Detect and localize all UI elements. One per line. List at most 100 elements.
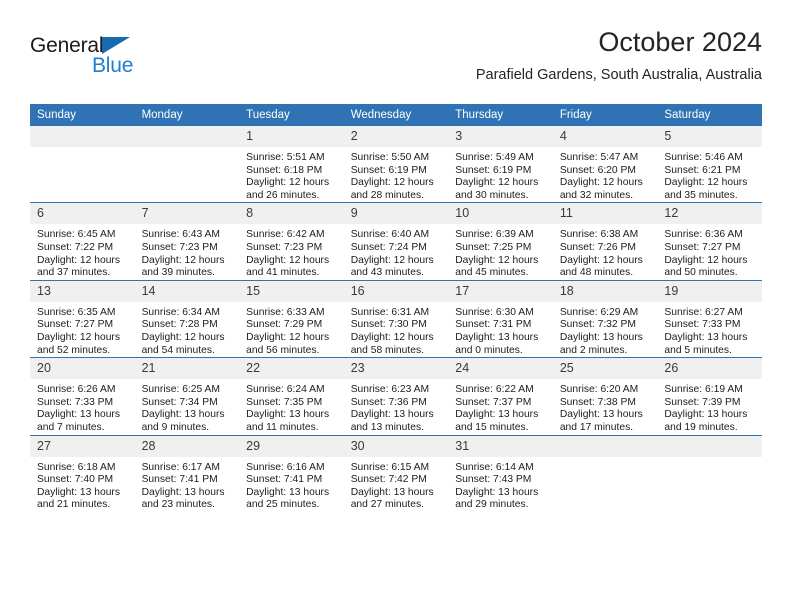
calendar-day-cell[interactable]: 4 Sunrise: 5:47 AM Sunset: 6:20 PM Daylight… <box>552 126 658 203</box>
daylight-duration-line-1: Daylight: 13 hours <box>141 486 225 498</box>
calendar-day-cell[interactable]: 23 Sunrise: 6:23 AM Sunset: 7:36 PM Dayligh… <box>343 357 449 435</box>
calendar-day-cell[interactable]: 21 Sunrise: 6:25 AM Sunset: 7:34 PM Dayligh… <box>134 357 240 435</box>
weekday-header-wednesday: Wednesday <box>343 104 449 126</box>
day-number <box>134 126 240 147</box>
daylight-duration-line-2: and 54 minutes. <box>141 344 215 356</box>
weekday-header-sunday: Sunday <box>30 104 135 126</box>
day-sun-info: Sunrise: 6:14 AM Sunset: 7:43 PM Daylight:… <box>448 457 553 512</box>
calendar-day-cell[interactable]: 9 Sunrise: 6:40 AM Sunset: 7:24 PM Daylight… <box>343 202 449 281</box>
calendar-day-cell[interactable]: 8 Sunrise: 6:42 AM Sunset: 7:23 PM Daylight… <box>239 202 344 281</box>
calendar-day-cell-empty <box>134 126 240 203</box>
sunset-time: Sunset: 6:19 PM <box>455 164 532 176</box>
daylight-duration-line-2: and 17 minutes. <box>559 421 634 433</box>
calendar-day-cell[interactable]: 2 Sunrise: 5:50 AM Sunset: 6:19 PM Daylight… <box>343 126 449 203</box>
calendar-day-cell[interactable]: 11 Sunrise: 6:38 AM Sunset: 7:26 PM Dayligh… <box>552 202 658 281</box>
calendar-day-cell[interactable]: 30 Sunrise: 6:15 AM Sunset: 7:42 PM Dayligh… <box>343 434 449 512</box>
sunset-time: Sunset: 7:35 PM <box>246 396 323 408</box>
calendar-day-cell[interactable]: 20 Sunrise: 6:26 AM Sunset: 7:33 PM Dayligh… <box>30 357 135 435</box>
sunrise-time: Sunrise: 6:17 AM <box>141 461 220 473</box>
calendar-day-cell[interactable]: 15 Sunrise: 6:33 AM Sunset: 7:29 PM Dayligh… <box>239 279 344 358</box>
calendar-day-cell[interactable]: 18 Sunrise: 6:29 AM Sunset: 7:32 PM Dayligh… <box>552 279 658 358</box>
calendar-day-cell[interactable]: 31 Sunrise: 6:14 AM Sunset: 7:43 PM Dayligh… <box>448 434 553 512</box>
calendar-day-cell[interactable]: 28 Sunrise: 6:17 AM Sunset: 7:41 PM Dayligh… <box>134 434 240 512</box>
sunrise-time: Sunrise: 6:29 AM <box>559 306 639 318</box>
calendar-day-cell[interactable]: 16 Sunrise: 6:31 AM Sunset: 7:30 PM Dayligh… <box>343 279 449 358</box>
sunset-time: Sunset: 7:43 PM <box>455 474 532 486</box>
calendar-day-cell[interactable]: 3 Sunrise: 5:49 AM Sunset: 6:19 PM Daylight… <box>448 126 553 203</box>
calendar-day-cell[interactable]: 17 Sunrise: 6:30 AM Sunset: 7:31 PM Dayligh… <box>448 279 553 358</box>
sunrise-time: Sunrise: 6:25 AM <box>141 384 220 396</box>
weekday-header-saturday: Saturday <box>657 104 762 126</box>
daylight-duration-line-2: and 30 minutes. <box>455 189 529 201</box>
sunset-time: Sunset: 7:27 PM <box>37 319 114 331</box>
daylight-duration-line-1: Daylight: 13 hours <box>350 409 434 421</box>
day-sun-info: Sunrise: 5:51 AM Sunset: 6:18 PM Daylight:… <box>239 147 344 202</box>
calendar-day-cell[interactable]: 27 Sunrise: 6:18 AM Sunset: 7:40 PM Dayligh… <box>30 434 135 512</box>
weekday-header-monday: Monday <box>134 104 240 126</box>
day-sun-info: Sunrise: 6:22 AM Sunset: 7:37 PM Daylight:… <box>448 379 553 434</box>
sunrise-time: Sunrise: 5:47 AM <box>559 152 639 163</box>
calendar-day-cell[interactable]: 24 Sunrise: 6:22 AM Sunset: 7:37 PM Dayligh… <box>448 357 553 435</box>
blue-triangle-icon <box>102 37 130 54</box>
sunrise-time: Sunrise: 6:19 AM <box>664 384 743 396</box>
calendar-day-cell[interactable]: 6 Sunrise: 6:45 AM Sunset: 7:22 PM Daylight… <box>30 202 135 281</box>
sunrise-time: Sunrise: 6:38 AM <box>559 229 639 241</box>
daylight-duration-line-2: and 26 minutes. <box>246 189 320 201</box>
calendar-day-cell[interactable]: 1 Sunrise: 5:51 AM Sunset: 6:18 PM Daylight… <box>239 126 344 203</box>
page-header: General Blue October 2024 Parafield Gard… <box>30 26 762 98</box>
daylight-duration-line-1: Daylight: 13 hours <box>246 409 330 421</box>
daylight-duration-line-1: Daylight: 13 hours <box>559 331 643 343</box>
day-number: 18 <box>552 280 658 302</box>
sunrise-time: Sunrise: 6:35 AM <box>37 306 116 318</box>
calendar-day-cell[interactable]: 29 Sunrise: 6:16 AM Sunset: 7:41 PM Dayligh… <box>239 434 344 512</box>
calendar-day-cell[interactable]: 7 Sunrise: 6:43 AM Sunset: 7:23 PM Daylight… <box>134 202 240 281</box>
day-number <box>552 435 658 457</box>
sunset-time: Sunset: 7:42 PM <box>350 474 427 486</box>
calendar-day-cell[interactable]: 19 Sunrise: 6:27 AM Sunset: 7:33 PM Dayligh… <box>657 279 762 358</box>
sunrise-time: Sunrise: 6:23 AM <box>350 384 430 396</box>
calendar-day-cell[interactable]: 5 Sunrise: 5:46 AM Sunset: 6:21 PM Daylight… <box>657 126 762 203</box>
weekday-header-row: Sunday Monday Tuesday Wednesday Thursday… <box>30 104 762 126</box>
day-number: 16 <box>343 280 449 302</box>
calendar-day-cell[interactable]: 25 Sunrise: 6:20 AM Sunset: 7:38 PM Dayligh… <box>552 357 658 435</box>
calendar-day-cell[interactable]: 10 Sunrise: 6:39 AM Sunset: 7:25 PM Dayligh… <box>448 202 553 281</box>
day-number: 29 <box>239 435 344 457</box>
daylight-duration-line-1: Daylight: 12 hours <box>455 254 539 266</box>
day-number: 3 <box>448 126 553 147</box>
daylight-duration-line-1: Daylight: 12 hours <box>559 177 643 189</box>
sunrise-time: Sunrise: 6:36 AM <box>664 229 743 241</box>
sunset-time: Sunset: 7:41 PM <box>246 474 323 486</box>
sunset-time: Sunset: 6:18 PM <box>246 164 323 176</box>
day-sun-info: Sunrise: 5:46 AM Sunset: 6:21 PM Daylight:… <box>657 147 762 202</box>
daylight-duration-line-1: Daylight: 13 hours <box>455 486 539 498</box>
calendar-day-cell[interactable]: 14 Sunrise: 6:34 AM Sunset: 7:28 PM Dayligh… <box>134 279 240 358</box>
title-block: October 2024 Parafield Gardens, South Au… <box>476 26 762 86</box>
day-number: 31 <box>448 435 553 457</box>
calendar-day-cell[interactable]: 26 Sunrise: 6:19 AM Sunset: 7:39 PM Dayligh… <box>657 357 762 435</box>
daylight-duration-line-2: and 56 minutes. <box>246 344 320 356</box>
daylight-duration-line-1: Daylight: 12 hours <box>559 254 643 266</box>
weekday-header-thursday: Thursday <box>448 104 553 126</box>
day-sun-info: Sunrise: 6:35 AM Sunset: 7:27 PM Daylight:… <box>30 302 135 357</box>
calendar-day-cell[interactable]: 13 Sunrise: 6:35 AM Sunset: 7:27 PM Dayligh… <box>30 279 135 358</box>
sunrise-time: Sunrise: 6:40 AM <box>350 229 430 241</box>
sunrise-time: Sunrise: 6:15 AM <box>350 461 430 473</box>
day-number: 7 <box>134 203 240 225</box>
calendar-day-cell[interactable]: 22 Sunrise: 6:24 AM Sunset: 7:35 PM Dayligh… <box>239 357 344 435</box>
daylight-duration-line-1: Daylight: 13 hours <box>664 409 748 421</box>
day-sun-info: Sunrise: 6:16 AM Sunset: 7:41 PM Daylight:… <box>239 457 344 512</box>
sunset-time: Sunset: 7:40 PM <box>37 474 114 486</box>
day-sun-info: Sunrise: 6:27 AM Sunset: 7:33 PM Daylight:… <box>657 302 762 357</box>
sunset-time: Sunset: 6:19 PM <box>350 164 427 176</box>
general-blue-logo[interactable]: General Blue <box>30 34 210 82</box>
sunrise-time: Sunrise: 6:24 AM <box>246 384 325 396</box>
page-title: October 2024 <box>598 27 762 57</box>
calendar-day-cell[interactable]: 12 Sunrise: 6:36 AM Sunset: 7:27 PM Dayligh… <box>657 202 762 281</box>
sunset-time: Sunset: 7:23 PM <box>141 241 218 253</box>
sunset-time: Sunset: 7:33 PM <box>664 319 741 331</box>
daylight-duration-line-2: and 25 minutes. <box>246 499 320 511</box>
sunset-time: Sunset: 7:34 PM <box>141 396 218 408</box>
sunset-time: Sunset: 7:24 PM <box>350 241 427 253</box>
day-sun-info: Sunrise: 5:49 AM Sunset: 6:19 PM Daylight:… <box>448 147 553 202</box>
calendar-week-row: 1 Sunrise: 5:51 AM Sunset: 6:18 PM Daylight… <box>30 126 762 203</box>
